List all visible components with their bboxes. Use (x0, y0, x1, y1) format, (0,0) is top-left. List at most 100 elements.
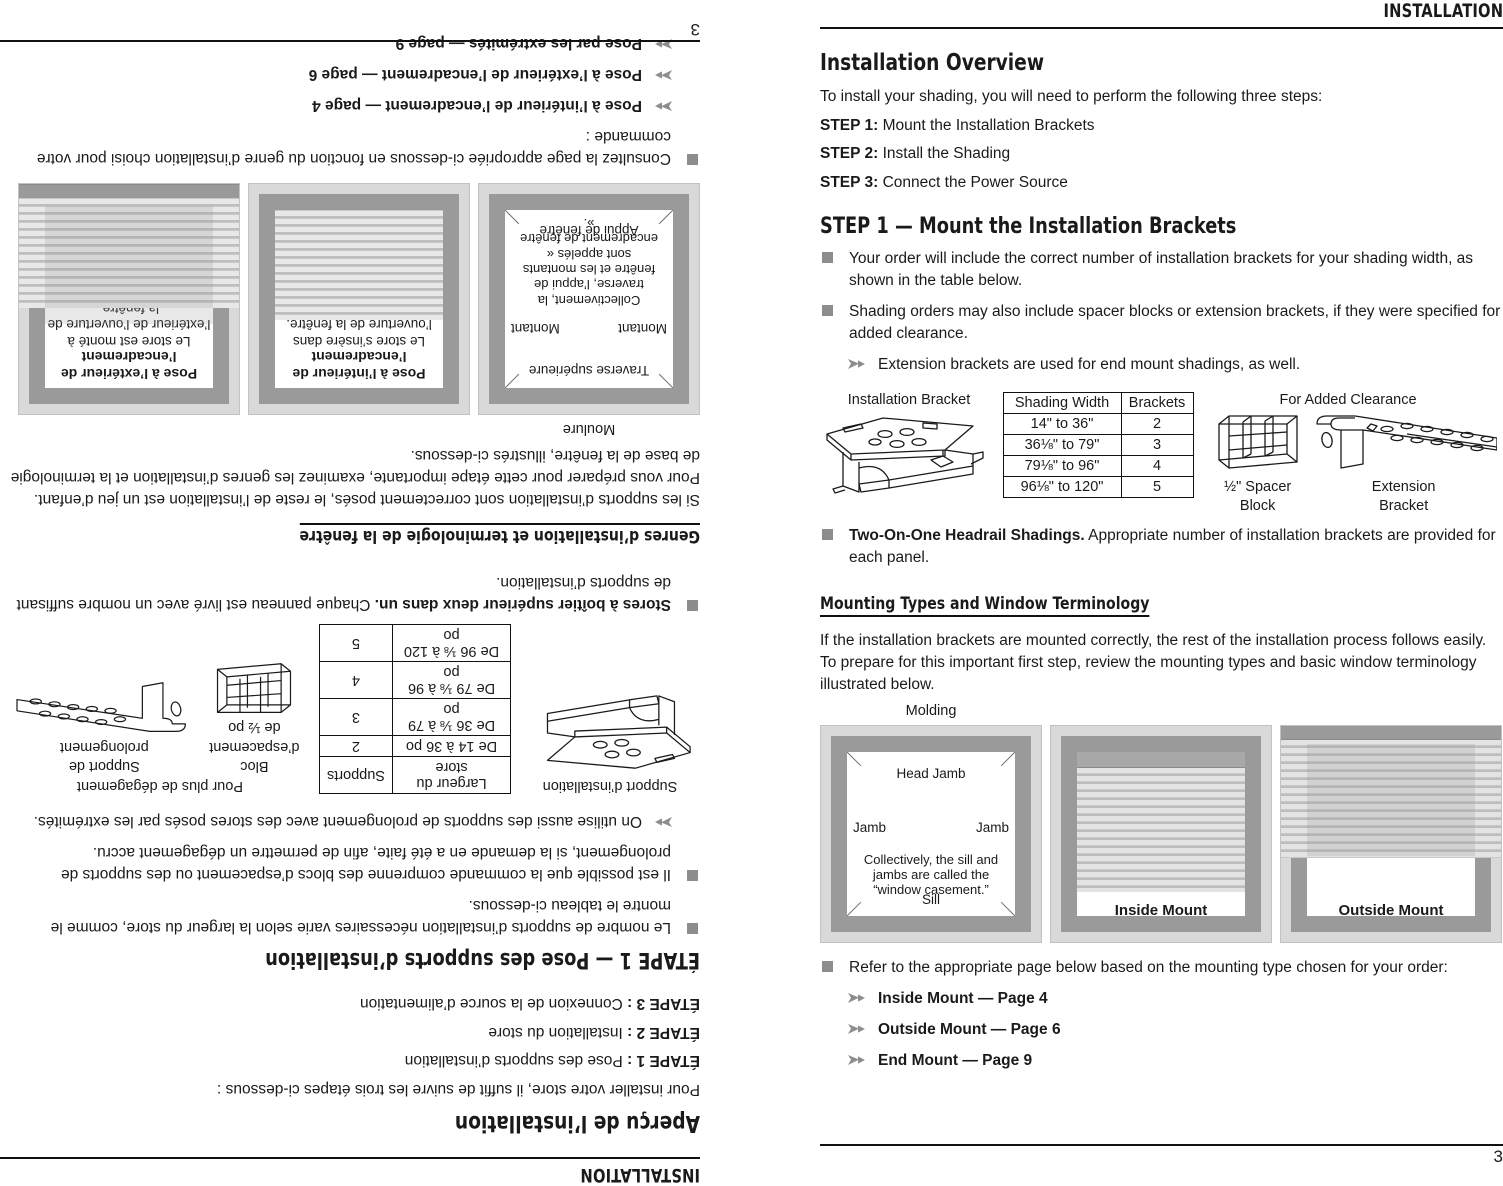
table-row: 36⅛" to 79" 3 (1002, 434, 1194, 457)
overview-steps: STEP 1: Mount the Installation Brackets … (820, 115, 1503, 194)
end-mount-page-link[interactable]: End Mount — Page 9 (878, 1052, 1032, 1069)
mounting-types-heading: Mounting Types and Window Terminology (820, 594, 1150, 617)
cell-width: De 79 ⅛ à 96 po (392, 661, 511, 699)
list-item: Consultez la page appropriée ci-dessous … (0, 125, 700, 169)
two-on-one-lead: Two-On-One Headrail Shadings. (849, 526, 1085, 544)
apercu-heading: Aperçu de l’installation (454, 1110, 700, 1136)
step-label: ÉTAPE 2 : (627, 1023, 700, 1041)
traverse-superieure-label: Traverse supérieure (528, 362, 650, 378)
headrail-overlap (1281, 725, 1501, 740)
cell-width: 14" to 36" (1002, 413, 1122, 436)
outside-mount-title: Outside Mount (1338, 901, 1444, 916)
arrow-text: On utilise aussi des supports de prolong… (33, 812, 642, 830)
spacer-block-label-line1: ½" Spacer (1224, 478, 1292, 495)
english-page: INSTALLATION Installation Overview To in… (820, 0, 1503, 1186)
list-item[interactable]: End Mount — Page 9 (848, 1050, 1503, 1072)
window-behind-shading-fr (45, 205, 213, 324)
list-item[interactable]: Pose à l’intérieur de l’encadrement — pa… (0, 94, 672, 116)
table-row: De 96 ⅛ à 120 po 5 (319, 624, 511, 662)
mounting-paragraph: If the installation brackets are mounted… (820, 631, 1487, 693)
window-opening: Pose à l’intérieur de l’encadrement Le s… (275, 209, 443, 388)
step-row: STEP 3: Connect the Power Source (820, 172, 1503, 194)
outside-mount-caption: Outside Mount Shading mounts outside win… (1307, 902, 1475, 916)
refer-lead-text: Refer to the appropriate page below base… (849, 958, 1448, 976)
bracket-count-table-fr: Largeur du store Supports De 14 à 36 po … (319, 624, 511, 794)
molding-label: Molding (905, 702, 957, 719)
window-behind-shading (1307, 743, 1475, 856)
page-header-french: INSTALLATION (0, 1152, 700, 1186)
page-number: 3 (1493, 1147, 1503, 1166)
cell-width: 96⅛" to 120" (1002, 476, 1122, 499)
step-text: Install the Shading (882, 145, 1011, 163)
arrow-right-icon (848, 1021, 865, 1035)
montant-right-label: Montant (511, 320, 560, 336)
window-opening: Inside Mount Shading fits within window … (1077, 751, 1245, 916)
step-text: Pose des supports d’installation (404, 1052, 623, 1069)
overview-intro: To install your shading, you will need t… (820, 88, 1323, 105)
prolongement-label-line2: prolongement (60, 738, 149, 755)
moulure-label: Moulure (562, 420, 616, 437)
window-terminology-panel: Head Jamb Jamb Jamb Collectively, the si… (820, 724, 1042, 943)
column-header-width: Shading Width (1002, 392, 1122, 415)
table-row: 96⅛" to 120" 5 (1002, 476, 1194, 499)
genres-paragraph: Si les supports d’installation sont corr… (10, 446, 700, 508)
column-header-brackets-fr: Supports (319, 756, 393, 794)
installation-overview-heading: Installation Overview (820, 50, 1045, 76)
etape1-heading: ÉTAPE 1 — Pose des supports d’installati… (265, 946, 700, 972)
list-item: Il est possible que la commande comprenn… (0, 841, 700, 885)
extension-bracket-label-line1: Extension (1371, 478, 1436, 495)
arrow-right-icon (655, 100, 672, 114)
bloc-label-line1: Bloc (240, 758, 269, 775)
table-row: De 14 à 36 po 2 (319, 735, 511, 757)
step1-arrow-note: Extension brackets are used for end moun… (848, 354, 1503, 376)
window-opening: Head Jamb Jamb Jamb Collectively, the si… (847, 751, 1015, 916)
list-item[interactable]: Pose à l’extérieur de l’encadrement — pa… (0, 63, 672, 85)
cell-width: 36⅛" to 79" (1002, 434, 1122, 457)
step-text: Installation du store (488, 1023, 623, 1041)
refer-bullet: Refer to the appropriate page below base… (820, 957, 1503, 979)
bullet-text: Shading orders may also include spacer b… (849, 303, 1501, 343)
page-number-fr: 3 (690, 20, 700, 39)
step1-heading: STEP 1 — Mount the Installation Brackets (820, 214, 1237, 240)
pose-interieur-page-link[interactable]: Pose à l’intérieur de l’encadrement — pa… (312, 97, 642, 114)
cell-brackets: 3 (319, 698, 393, 736)
footer-rule (0, 40, 700, 42)
arrow-right-icon (655, 816, 672, 830)
step-row: STEP 2: Install the Shading (820, 143, 1503, 165)
two-on-one-bullet: Two-On-One Headrail Shadings. Appropriat… (820, 525, 1503, 569)
pose-interieur-title: Pose à l’intérieur de l’encadrement (292, 349, 426, 382)
inside-mount-caption: Inside Mount Shading fits within window … (1077, 902, 1245, 916)
casement-note: Collectively, the sill and jambs are cal… (863, 851, 999, 898)
pose-exterieur-title: Pose à l’extérieur de l’encadrement (60, 349, 198, 382)
page-footer-english: 3 (820, 1144, 1503, 1174)
table-row: De 36 ⅛ à 79 po 3 (319, 698, 511, 736)
footer-rule (820, 1144, 1503, 1146)
cell-brackets: 3 (1120, 434, 1194, 457)
square-bullet-icon (822, 305, 833, 317)
window-diagrams-fr: Moulure Traverse supérieure Montant Mont… (0, 182, 700, 437)
refer-links: Inside Mount — Page 4 Outside Mount — Pa… (848, 988, 1503, 1072)
inside-mount-page-link[interactable]: Inside Mount — Page 4 (878, 990, 1048, 1007)
list-item[interactable]: Outside Mount — Page 6 (848, 1019, 1503, 1041)
shading-slats-fr (275, 209, 443, 320)
etape1-arrow-note: On utilise aussi des supports de prolong… (0, 810, 672, 832)
installation-bracket-drawing-fr (546, 695, 691, 770)
spacer-block-drawing (1217, 415, 1298, 469)
sill-label: Sill (921, 891, 940, 907)
pose-exterieur-page-link[interactable]: Pose à l’extérieur de l’encadrement — pa… (309, 66, 642, 83)
square-bullet-icon (822, 528, 833, 540)
square-bullet-icon (687, 922, 698, 934)
inside-mount-title: Inside Mount (1114, 901, 1208, 916)
installation-bracket-drawing (826, 417, 984, 494)
outside-mount-page-link[interactable]: Outside Mount — Page 6 (878, 1021, 1061, 1038)
genres-heading: Genres d’installation et terminologie de… (299, 522, 700, 546)
column-header-brackets: Brackets (1120, 392, 1194, 415)
bracket-figure-row-fr: Support d’installation Largeur du store … (0, 624, 700, 796)
column-header-width-fr: Largeur du store (392, 756, 511, 794)
added-clearance-label: For Added Clearance (1279, 392, 1417, 409)
step1-bullets: Your order will include the correct numb… (820, 248, 1503, 345)
stores-boitier-lead: Stores à boîtier supérieur deux dans un. (374, 595, 671, 613)
support-prolongement-figure: Support de prolongement (10, 674, 199, 776)
cell-brackets: 2 (319, 735, 393, 757)
list-item[interactable]: Inside Mount — Page 4 (848, 988, 1503, 1010)
